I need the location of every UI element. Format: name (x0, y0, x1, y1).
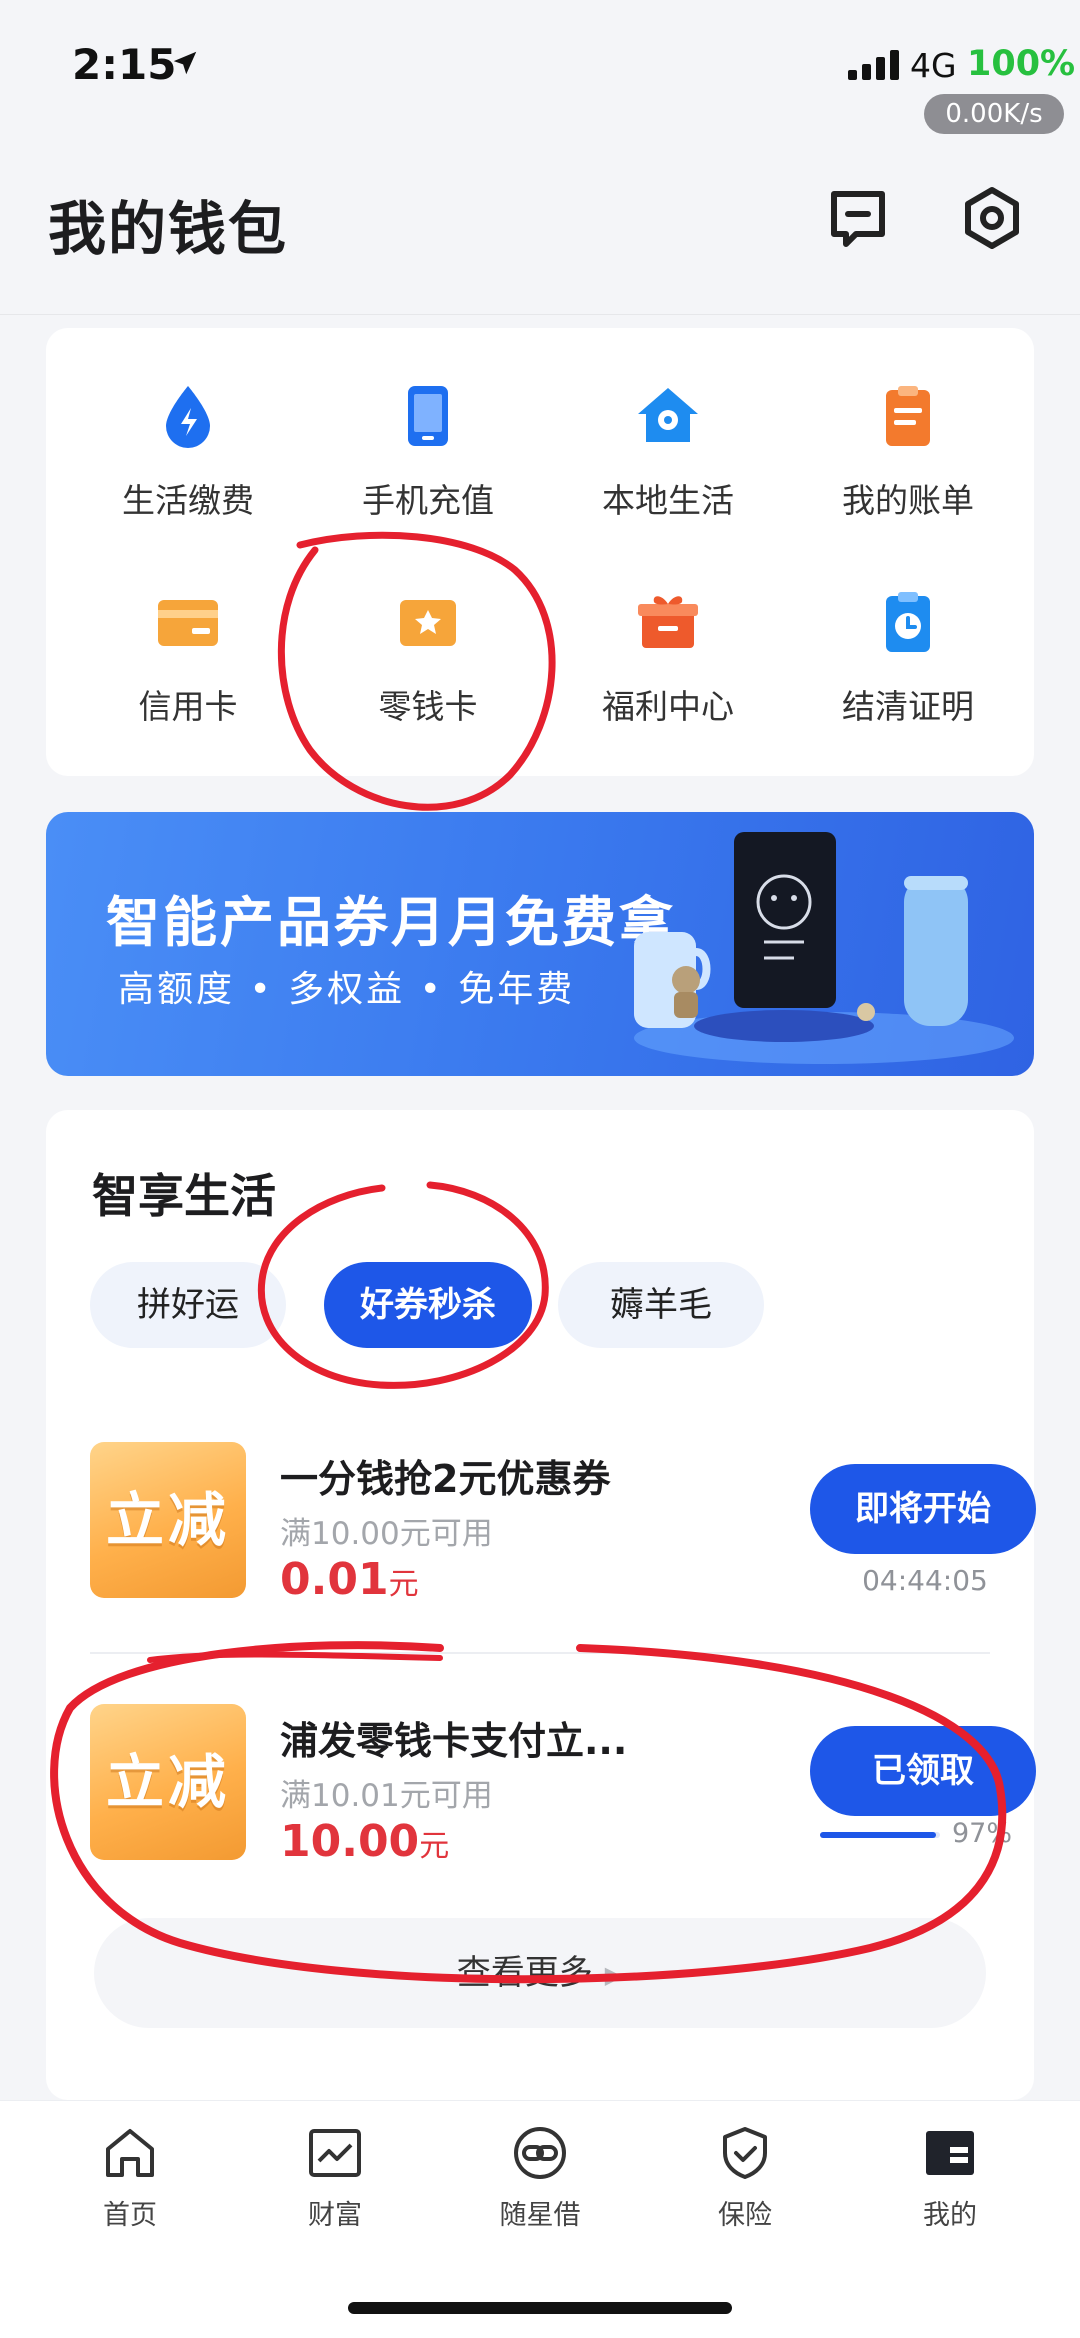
banner-products-illustration (634, 832, 1014, 1064)
star-card-icon (400, 600, 456, 646)
countdown-timer: 04:44:05 (862, 1564, 988, 1597)
services-card: 生活缴费 手机充值 本地生活 我的账单 信用卡 零钱卡 福利中心 结清证明 (46, 328, 1034, 776)
service-my-bill[interactable]: 我的账单 (788, 382, 1028, 562)
status-bar: 2:15 4G 100% 0.00K/s (0, 0, 1080, 150)
claim-progress-bar (820, 1832, 940, 1838)
offer-amount: 10.00元 (280, 1816, 449, 1867)
chart-icon (309, 2129, 361, 2177)
claim-progress-percent: 97% (952, 1818, 1013, 1849)
service-change-card[interactable]: 零钱卡 (308, 588, 548, 768)
page-title: 我的钱包 (48, 195, 289, 263)
discount-badge-icon: 立减 (90, 1442, 246, 1598)
banner-title: 智能产品券月月免费拿 (106, 891, 676, 954)
settings-icon[interactable] (960, 186, 1024, 250)
nav-label: 财富 (308, 2200, 362, 2231)
network-type: 4G (910, 46, 957, 85)
home-location-icon (638, 388, 698, 442)
tab-coupon-flash-sale[interactable]: 好券秒杀 (324, 1262, 532, 1348)
nav-label: 我的 (923, 2200, 977, 2231)
offer-amount-unit: 元 (388, 1567, 419, 1602)
clock-document-icon (886, 592, 930, 652)
view-more-label: 查看更多 (456, 1953, 593, 1993)
offer-amount-unit: 元 (419, 1829, 450, 1864)
shield-check-icon (723, 2127, 767, 2179)
message-icon[interactable] (826, 186, 890, 250)
service-label: 本地生活 (602, 481, 734, 520)
location-arrow-icon (173, 51, 197, 75)
credit-card-icon (158, 600, 218, 646)
network-speed: 0.00K/s (924, 94, 1064, 134)
service-label: 生活缴费 (122, 481, 254, 520)
claim-progress-fill (820, 1832, 937, 1838)
service-life-payment[interactable]: 生活缴费 (68, 382, 308, 562)
link-circle-icon (514, 2127, 566, 2179)
battery-percent: 100% (967, 44, 1076, 84)
signal-icon (848, 50, 899, 80)
offer-title: 一分钱抢2元优惠券 (280, 1457, 611, 1501)
tab-loan[interactable]: 随星借 (470, 2123, 610, 2232)
tab-pinhaoyun[interactable]: 拼好运 (90, 1262, 286, 1348)
offer-divider (90, 1652, 990, 1654)
smart-life-card: 智享生活 拼好运 好券秒杀 薅羊毛 立减 一分钱抢2元优惠券 满10.00元可用… (46, 1110, 1036, 2100)
service-label: 结清证明 (842, 687, 974, 726)
coming-soon-button[interactable]: 即将开始 (810, 1464, 1036, 1554)
claimed-button[interactable]: 已领取 (810, 1726, 1036, 1816)
tab-wealth[interactable]: 财富 (265, 2123, 405, 2232)
offer-amount-value: 10.00 (280, 1816, 420, 1867)
tab-mine[interactable]: 我的 (880, 2123, 1020, 2232)
service-phone-topup[interactable]: 手机充值 (308, 382, 548, 562)
offer-item[interactable]: 立减 浦发零钱卡支付立... 满10.01元可用 10.00元 已领取 97% (90, 1704, 1036, 1884)
status-time: 2:15 (72, 40, 177, 89)
offer-title: 浦发零钱卡支付立... (280, 1719, 628, 1763)
service-label: 信用卡 (138, 687, 238, 726)
service-label: 零钱卡 (378, 687, 478, 726)
chevron-right-icon: ▶ (604, 1960, 624, 1989)
service-settlement-proof[interactable]: 结清证明 (788, 588, 1028, 768)
water-drop-icon (166, 386, 210, 448)
view-more-button[interactable]: 查看更多 ▶ (94, 1918, 986, 2028)
profile-icon (926, 2131, 974, 2175)
tab-home[interactable]: 首页 (60, 2123, 200, 2232)
bill-icon (886, 386, 930, 446)
section-title: 智享生活 (92, 1169, 276, 1223)
offer-amount: 0.01元 (280, 1554, 419, 1605)
promo-banner[interactable]: 智能产品券月月免费拿 高额度 • 多权益 • 免年费 (46, 812, 1034, 1076)
nav-label: 随星借 (499, 2200, 581, 2231)
service-label: 我的账单 (842, 481, 974, 520)
gift-icon (638, 596, 698, 648)
offer-amount-value: 0.01 (280, 1554, 389, 1605)
discount-badge-icon: 立减 (90, 1704, 246, 1860)
service-credit-card[interactable]: 信用卡 (68, 588, 308, 768)
nav-label: 首页 (103, 2200, 157, 2231)
offer-condition: 满10.00元可用 (280, 1516, 493, 1552)
offer-item[interactable]: 立减 一分钱抢2元优惠券 满10.00元可用 0.01元 即将开始 04:44:… (90, 1442, 1036, 1622)
header-divider (0, 314, 1080, 315)
service-label: 福利中心 (602, 687, 734, 726)
banner-subtitle: 高额度 • 多权益 • 免年费 (118, 969, 576, 1010)
service-label: 手机充值 (362, 481, 494, 520)
home-indicator (348, 2302, 732, 2314)
nav-label: 保险 (718, 2200, 772, 2231)
tab-haoyangmao[interactable]: 薅羊毛 (558, 1262, 764, 1348)
phone-icon (408, 386, 448, 446)
tab-insurance[interactable]: 保险 (675, 2123, 815, 2232)
service-welfare-center[interactable]: 福利中心 (548, 588, 788, 768)
offer-condition: 满10.01元可用 (280, 1778, 493, 1814)
service-local-life[interactable]: 本地生活 (548, 382, 788, 562)
home-icon (106, 2129, 154, 2177)
